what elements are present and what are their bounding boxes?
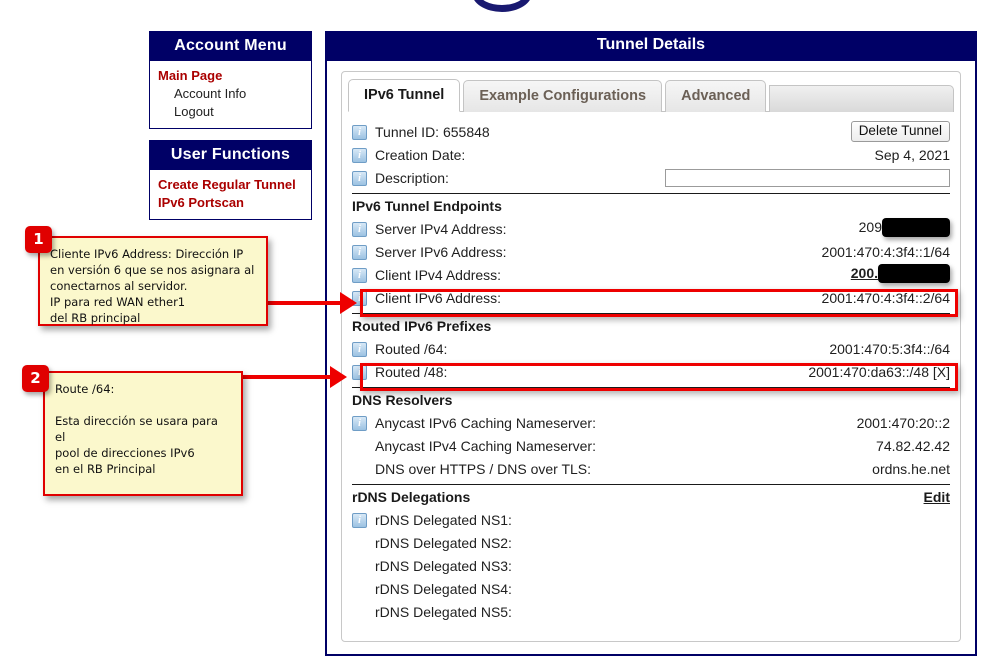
section-title: rDNS Delegations [352, 489, 470, 505]
info-icon[interactable]: i [352, 146, 370, 163]
tunnel-details-card: IPv6 Tunnel Example Configurations Advan… [341, 71, 961, 642]
tab-ipv6-tunnel[interactable]: IPv6 Tunnel [348, 79, 460, 112]
description-input[interactable] [665, 169, 950, 187]
tab-advanced[interactable]: Advanced [665, 80, 766, 112]
row-anycast-ipv6-nameserver: i Anycast IPv6 Caching Nameserver: 2001:… [352, 411, 950, 434]
row-anycast-ipv4-nameserver: Anycast IPv4 Caching Nameserver: 74.82.4… [352, 434, 950, 457]
account-menu-items: Main Page Account Info Logout [150, 61, 311, 128]
annotation-highlight-client-ipv6 [360, 289, 958, 317]
user-functions-panel: User Functions Create Regular Tunnel IPv… [149, 140, 312, 220]
row-dns-over-https-tls: DNS over HTTPS / DNS over TLS: ordns.he.… [352, 457, 950, 480]
info-icon[interactable]: i [352, 340, 370, 357]
row-server-ipv4-address: i Server IPv4 Address: 209 [352, 217, 950, 240]
server-ipv4-value: 209 [859, 219, 950, 238]
user-functions-items: Create Regular Tunnel IPv6 Portscan [150, 170, 311, 219]
row-rdns-ns1: i rDNS Delegated NS1: [352, 508, 950, 531]
tab-filler [769, 85, 954, 112]
routed-64-value: 2001:470:5:3f4::/64 [829, 341, 950, 357]
rdns-ns4-label: rDNS Delegated NS4: [375, 581, 512, 597]
section-title: IPv6 Tunnel Endpoints [352, 198, 502, 214]
creation-date-value: Sep 4, 2021 [874, 147, 950, 163]
section-heading-rdns-delegations: rDNS Delegations Edit [352, 484, 950, 508]
row-routed-64: i Routed /64: 2001:470:5:3f4::/64 [352, 337, 950, 360]
anycast-ipv6-value: 2001:470:20::2 [857, 415, 950, 431]
sidebar-item-ipv6-portscan[interactable]: IPv6 Portscan [150, 194, 311, 212]
section-heading-ipv6-tunnel-endpoints: IPv6 Tunnel Endpoints [352, 193, 950, 217]
rdns-ns2-label: rDNS Delegated NS2: [375, 535, 512, 551]
info-icon[interactable]: i [352, 266, 370, 283]
anycast-ipv4-label: Anycast IPv4 Caching Nameserver: [375, 438, 596, 454]
annotation-badge-1: 1 [25, 226, 52, 253]
annotation-arrow-line-1 [263, 301, 348, 305]
tab-bar: IPv6 Tunnel Example Configurations Advan… [348, 78, 954, 112]
row-rdns-ns4: rDNS Delegated NS4: [352, 577, 950, 600]
account-menu-panel: Account Menu Main Page Account Info Logo… [149, 31, 312, 129]
annotation-badge-2: 2 [22, 365, 49, 392]
annotation-callout-1: Cliente IPv6 Address: Dirección IP en ve… [38, 236, 268, 326]
server-ipv6-label: Server IPv6 Address: [375, 244, 507, 260]
sidebar-item-account-info[interactable]: Account Info [150, 85, 311, 103]
tunnel-id-label: Tunnel ID: 655848 [375, 124, 490, 140]
rdns-ns1-label: rDNS Delegated NS1: [375, 512, 512, 528]
annotation-arrow-head-1 [340, 292, 357, 314]
section-title: Routed IPv6 Prefixes [352, 318, 491, 334]
section-title: DNS Resolvers [352, 392, 452, 408]
client-ipv4-value: 200. [851, 265, 950, 284]
anycast-ipv6-label: Anycast IPv6 Caching Nameserver: [375, 415, 596, 431]
he-logo-icon [472, 0, 532, 12]
client-ipv4-label: Client IPv4 Address: [375, 267, 501, 283]
rdns-ns5-label: rDNS Delegated NS5: [375, 604, 512, 620]
redaction-bar [878, 264, 950, 283]
rdns-edit-link[interactable]: Edit [924, 489, 950, 505]
row-client-ipv4-address: i Client IPv4 Address: 200. [352, 263, 950, 286]
annotation-highlight-routed-48 [360, 363, 958, 391]
server-ipv4-label: Server IPv4 Address: [375, 221, 507, 237]
dns-over-https-label: DNS over HTTPS / DNS over TLS: [375, 461, 591, 477]
info-icon[interactable]: i [352, 414, 370, 431]
annotation-arrow-head-2 [330, 366, 347, 388]
row-rdns-ns5: rDNS Delegated NS5: [352, 600, 950, 623]
sidebar-item-main-page[interactable]: Main Page [150, 67, 311, 85]
page-title: Tunnel Details [325, 31, 977, 61]
page-stage: Account Menu Main Page Account Info Logo… [0, 0, 981, 666]
creation-date-label: Creation Date: [375, 147, 465, 163]
delete-tunnel-button[interactable]: Delete Tunnel [851, 121, 950, 142]
row-rdns-ns3: rDNS Delegated NS3: [352, 554, 950, 577]
dns-over-https-value: ordns.he.net [872, 461, 950, 477]
annotation-callout-2: Route /64: Esta dirección se usara para … [43, 371, 243, 496]
annotation-arrow-line-2 [243, 375, 338, 379]
tunnel-details-panel: Tunnel Details IPv6 Tunnel Example Confi… [325, 31, 977, 656]
description-label: Description: [375, 170, 449, 186]
row-tunnel-id: i Tunnel ID: 655848 Delete Tunnel [352, 120, 950, 143]
sidebar-item-logout[interactable]: Logout [150, 103, 311, 121]
row-creation-date: i Creation Date: Sep 4, 2021 [352, 143, 950, 166]
account-menu-title: Account Menu [150, 32, 311, 61]
redaction-bar [882, 218, 950, 237]
sidebar-item-create-regular-tunnel[interactable]: Create Regular Tunnel [150, 176, 311, 194]
sidebar: Account Menu Main Page Account Info Logo… [149, 31, 312, 231]
info-icon[interactable]: i [352, 220, 370, 237]
row-server-ipv6-address: i Server IPv6 Address: 2001:470:4:3f4::1… [352, 240, 950, 263]
info-icon[interactable]: i [352, 123, 370, 140]
rdns-ns3-label: rDNS Delegated NS3: [375, 558, 512, 574]
info-icon[interactable]: i [352, 169, 370, 186]
row-description: i Description: [352, 166, 950, 189]
server-ipv6-value: 2001:470:4:3f4::1/64 [822, 244, 950, 260]
tab-example-configurations[interactable]: Example Configurations [463, 80, 662, 112]
info-icon[interactable]: i [352, 511, 370, 528]
row-rdns-ns2: rDNS Delegated NS2: [352, 531, 950, 554]
user-functions-title: User Functions [150, 141, 311, 170]
anycast-ipv4-value: 74.82.42.42 [876, 438, 950, 454]
info-icon[interactable]: i [352, 243, 370, 260]
routed-64-label: Routed /64: [375, 341, 447, 357]
